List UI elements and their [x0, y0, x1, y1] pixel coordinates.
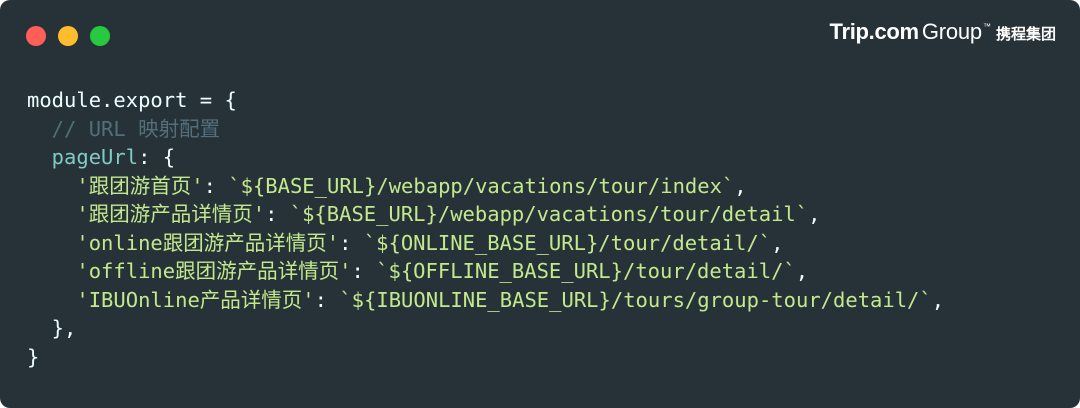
- code-line: },: [27, 314, 944, 343]
- code-token-key: '跟团游首页': [27, 173, 204, 198]
- brand-name-light: Group: [921, 19, 982, 44]
- code-token-key: '跟团游产品详情页': [27, 202, 266, 226]
- code-token-punct: : {: [138, 145, 176, 169]
- code-token-tmpl: `${BASE_URL}/webapp/vacations/tour/index…: [228, 173, 735, 198]
- code-token-comment: // URL 映射配置: [27, 116, 221, 141]
- code-token-punct: :: [265, 202, 290, 226]
- window-controls: [26, 26, 110, 46]
- brand-name-bold: Trip.com: [829, 19, 920, 44]
- code-line: '跟团游产品详情页': `${BASE_URL}/webapp/vacation…: [27, 200, 944, 229]
- code-token-punct: :: [339, 230, 364, 255]
- close-dot[interactable]: [26, 26, 46, 46]
- code-line: pageUrl: {: [27, 143, 944, 172]
- code-line: }: [27, 343, 944, 372]
- code-token-tmpl: `${ONLINE_BASE_URL}/tour/detail/`: [363, 230, 772, 255]
- code-token-key: 'IBUOnline产品详情页': [27, 287, 315, 312]
- code-token-prop: pageUrl: [27, 145, 139, 169]
- code-token-punct: :: [351, 259, 377, 283]
- code-token-punct: ,: [795, 259, 809, 283]
- minimize-dot[interactable]: [58, 26, 78, 46]
- code-token-punct: },: [27, 316, 77, 340]
- code-token-tmpl: `${BASE_URL}/webapp/vacations/tour/detai…: [289, 202, 809, 226]
- brand-trademark: ™: [982, 22, 991, 31]
- code-token-key: 'online跟团游产品详情页': [27, 230, 340, 255]
- code-token-plain: }: [27, 344, 40, 369]
- code-line: // URL 映射配置: [27, 115, 944, 144]
- code-block: module.export = { // URL 映射配置 pageUrl: {…: [27, 86, 944, 371]
- code-token-punct: :: [314, 287, 340, 312]
- code-token-key: 'offline跟团游产品详情页': [27, 259, 352, 283]
- code-token-punct: ,: [771, 230, 784, 255]
- code-token-punct: ,: [734, 173, 747, 198]
- code-token-punct: :: [203, 173, 229, 198]
- code-token-tmpl: `${OFFLINE_BASE_URL}/tour/detail/`: [376, 259, 796, 283]
- code-line: module.export = {: [27, 86, 944, 115]
- code-window: Trip.com Group ™ 携程集团 module.export = { …: [0, 0, 1080, 408]
- code-token-tmpl: `${IBUONLINE_BASE_URL}/tours/group-tour/…: [339, 287, 932, 312]
- code-token-punct: ,: [808, 202, 821, 226]
- code-line: 'offline跟团游产品详情页': `${OFFLINE_BASE_URL}/…: [27, 257, 944, 286]
- code-line: 'online跟团游产品详情页': `${ONLINE_BASE_URL}/to…: [27, 229, 944, 258]
- maximize-dot[interactable]: [90, 26, 110, 46]
- brand-chinese-name: 携程集团: [995, 25, 1056, 43]
- code-token-plain: module.export = {: [27, 88, 237, 112]
- code-token-punct: ,: [931, 287, 945, 312]
- code-line: 'IBUOnline产品详情页': `${IBUONLINE_BASE_URL}…: [27, 286, 944, 315]
- code-line: '跟团游首页': `${BASE_URL}/webapp/vacations/t…: [27, 172, 944, 201]
- trip-com-group-logo: Trip.com Group ™ 携程集团: [830, 19, 1056, 45]
